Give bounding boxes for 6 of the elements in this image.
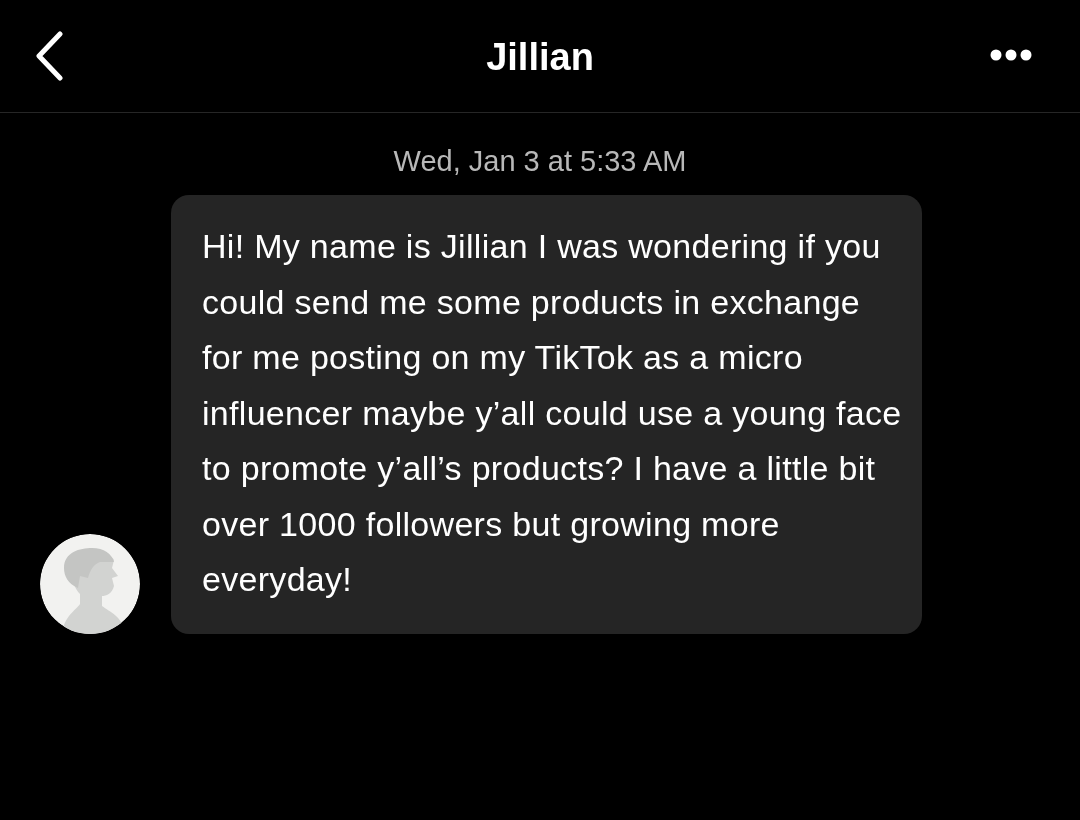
conversation-title: Jillian	[486, 36, 594, 79]
message-timestamp: Wed, Jan 3 at 5:33 AM	[392, 145, 688, 178]
message-text: Hi! My name is Jillian I was wondering if you could send me some products in exchange for me posting on my TikTok as a micro influencer maybe y’all could use a young face to promote y’all’s products? I have a little bit over 1000 followers but growing more everyday!	[202, 226, 902, 600]
avatar-icon	[40, 533, 140, 634]
more-icon	[990, 49, 1032, 61]
back-icon	[34, 31, 64, 81]
